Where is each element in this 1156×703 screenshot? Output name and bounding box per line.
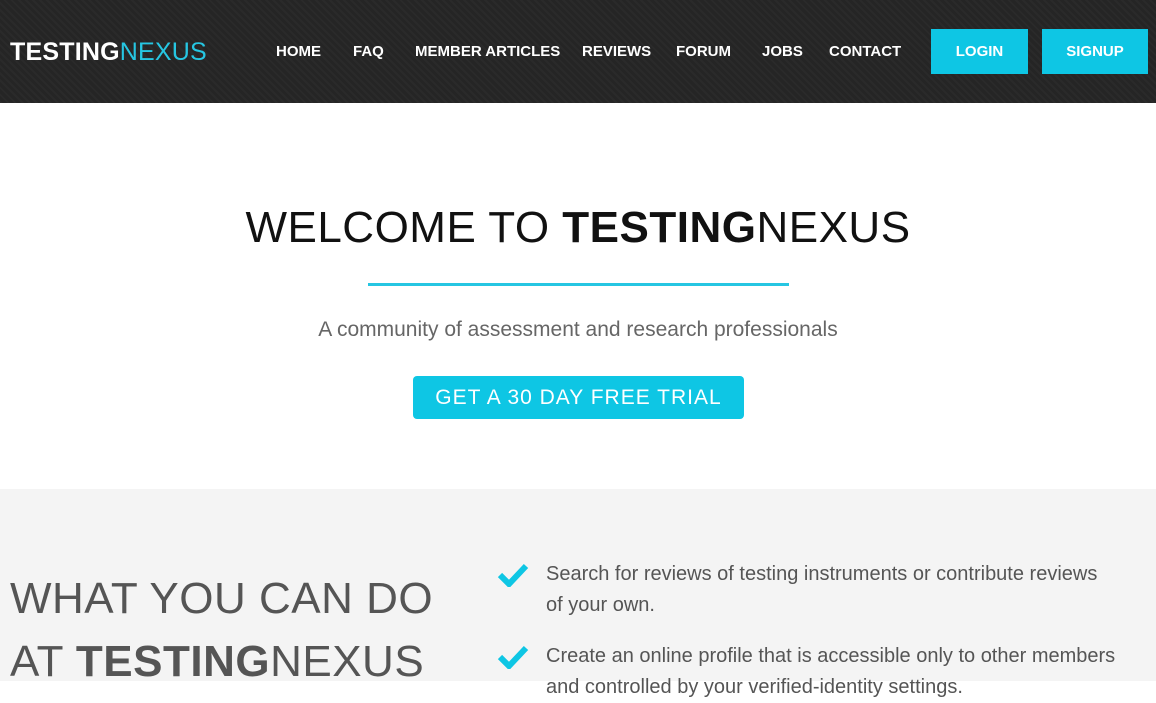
hero-subtitle: A community of assessment and research p… (318, 318, 838, 341)
nav-forum[interactable]: FORUM (676, 43, 731, 61)
features-title-brand-light: NEXUS (270, 637, 425, 686)
hero-title: WELCOME TO TESTINGNEXUS (0, 202, 1156, 254)
feature-item: Create an online profile that is accessi… (497, 641, 1117, 703)
hero-title-brand-light: NEXUS (756, 203, 911, 252)
check-icon (497, 563, 529, 587)
features-title-at: AT (10, 637, 76, 686)
signup-button[interactable]: SIGNUP (1042, 29, 1148, 74)
nav-faq[interactable]: FAQ (353, 43, 384, 61)
nav-member-articles[interactable]: MEMBER ARTICLES (415, 43, 560, 61)
logo-light: NEXUS (119, 38, 207, 66)
features-title: WHAT YOU CAN DO AT TESTINGNEXUS (10, 567, 433, 693)
hero-title-brand-bold: TESTING (562, 203, 757, 252)
site-logo[interactable]: TESTINGNEXUS (10, 38, 207, 66)
nav-contact[interactable]: CONTACT (829, 43, 901, 61)
nav-home[interactable]: HOME (276, 43, 321, 61)
hero-title-welcome: WELCOME TO (245, 203, 563, 252)
features-title-line1: WHAT YOU CAN DO (10, 574, 434, 623)
site-header: TESTINGNEXUS HOME FAQ MEMBER ARTICLES RE… (0, 0, 1156, 103)
feature-text: Search for reviews of testing instrument… (546, 563, 1098, 616)
nav-jobs[interactable]: JOBS (762, 43, 803, 61)
features-section: WHAT YOU CAN DO AT TESTINGNEXUS Search f… (0, 489, 1156, 698)
hero-divider (368, 283, 789, 286)
features-title-brand-bold: TESTING (75, 637, 271, 686)
login-button[interactable]: LOGIN (931, 29, 1028, 74)
free-trial-button[interactable]: GET A 30 DAY FREE TRIAL (413, 376, 744, 419)
nav-reviews[interactable]: REVIEWS (582, 43, 651, 61)
check-icon (497, 645, 529, 669)
feature-text: Create an online profile that is accessi… (546, 645, 1116, 698)
logo-bold: TESTING (10, 38, 120, 66)
feature-item: Search for reviews of testing instrument… (497, 559, 1117, 621)
